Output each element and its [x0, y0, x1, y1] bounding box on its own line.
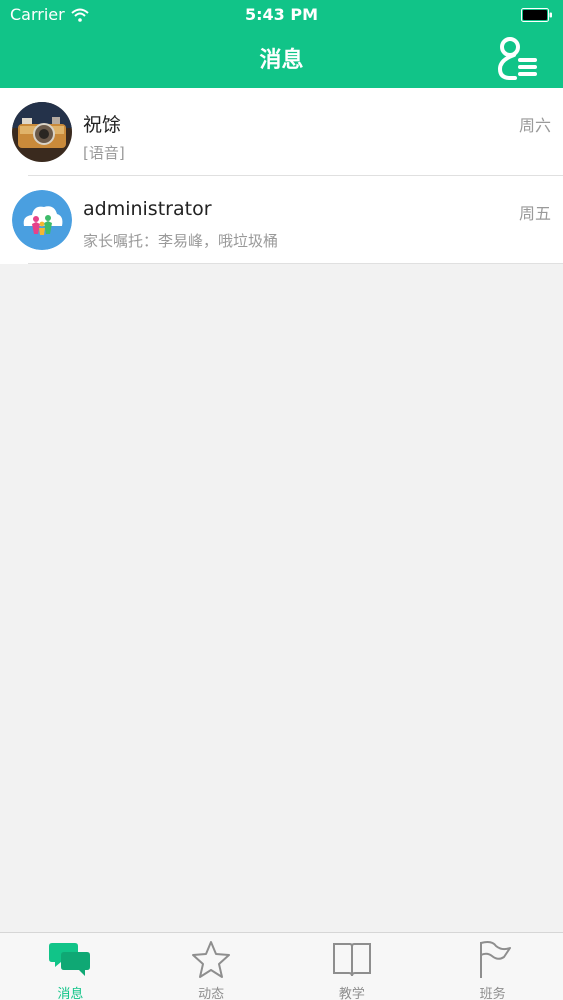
star-icon — [192, 941, 231, 978]
conversation-day: 周六 — [518, 116, 551, 135]
conversation-preview: [语音] — [83, 144, 125, 162]
tab-class-affairs[interactable]: 班务 — [422, 933, 563, 1000]
cloud-family-logo-icon — [12, 190, 72, 250]
tab-teaching[interactable]: 教学 — [282, 933, 423, 1000]
header: Carrier 5:43 PM 消息 — [0, 0, 563, 88]
battery-icon — [521, 8, 552, 22]
camera-photo-icon — [12, 102, 72, 162]
tab-label: 教学 — [338, 987, 365, 1000]
conversation-preview: 家长嘱托：李易峰，哦垃圾桶 — [83, 232, 279, 250]
conversation-name: 祝馀 — [83, 114, 122, 136]
avatar — [12, 190, 72, 250]
empty-area — [0, 264, 563, 932]
book-icon — [332, 943, 371, 977]
status-bar: Carrier 5:43 PM — [0, 0, 563, 30]
tab-bar: 消息 动态 教学 班务 — [0, 932, 563, 1000]
tab-label: 动态 — [198, 987, 225, 1000]
tab-label: 班务 — [479, 987, 506, 1000]
tab-messages[interactable]: 消息 — [0, 933, 141, 1000]
status-time: 5:43 PM — [244, 5, 318, 24]
conversation-list: 祝馀 [语音] 周六 administrator 家长嘱托：李易峰，哦垃圾桶 周… — [0, 88, 563, 264]
avatar — [12, 102, 72, 162]
conversation-row[interactable]: administrator 家长嘱托：李易峰，哦垃圾桶 周五 — [0, 176, 563, 264]
conversation-row[interactable]: 祝馀 [语音] 周六 — [0, 88, 563, 176]
contacts-menu-icon[interactable] — [495, 36, 541, 82]
conversation-name: administrator — [83, 198, 212, 220]
chat-bubbles-icon — [49, 943, 91, 976]
title-bar: 消息 — [0, 30, 563, 88]
page-title: 消息 — [259, 48, 304, 73]
flag-icon — [479, 941, 511, 978]
conversation-day: 周五 — [518, 204, 551, 223]
tab-label: 消息 — [57, 987, 84, 1000]
tab-feed[interactable]: 动态 — [141, 933, 282, 1000]
